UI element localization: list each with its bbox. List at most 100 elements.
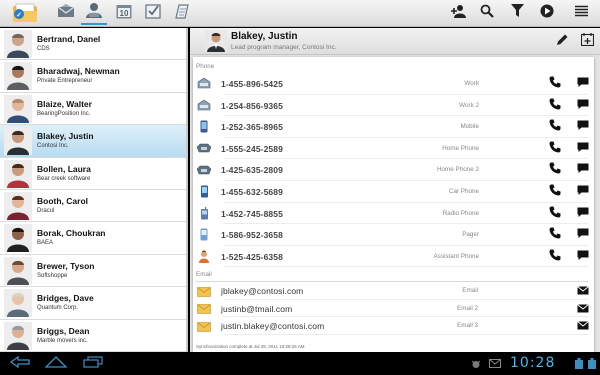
call-button[interactable] [548,141,562,156]
contact-list-item[interactable]: Borak, Choukran BAEA [0,222,186,255]
sms-button[interactable] [576,228,590,242]
call-button[interactable] [548,76,562,91]
tab-contacts[interactable] [81,2,107,25]
sms-button[interactable] [576,250,590,264]
email-address[interactable]: justin.blakey@contosi.com [221,321,324,331]
mail-icon [57,4,75,23]
mail-icon [577,282,589,300]
search-button[interactable] [477,4,497,22]
tab-mail[interactable] [53,2,79,25]
home-button[interactable] [44,355,68,371]
call-button[interactable] [548,98,562,113]
app-logo-icon[interactable]: ✓ [10,3,40,24]
sms-button[interactable] [576,120,590,134]
add-to-calendar-button[interactable] [579,33,595,50]
call-button[interactable] [548,206,562,221]
contact-list-item[interactable]: Booth, Carol Dracul [0,190,186,223]
phone-row[interactable]: 1-586-952-3658 Pager [193,224,594,246]
phone-number[interactable]: 1-525-425-6358 [221,252,283,262]
add-contact-button[interactable] [448,4,468,22]
phone-row[interactable]: 1-252-365-8965 Mobile [193,116,594,138]
play-button[interactable] [537,4,557,22]
contact-list-item[interactable]: Bollen, Laura Bear creek software [0,158,186,190]
sms-button[interactable] [576,77,590,91]
phone-number[interactable]: 1-254-856-9365 [221,101,283,111]
phone-row[interactable]: 1-254-856-9365 Work 2 [193,95,594,117]
call-button[interactable] [548,227,562,242]
work-phone-icon [197,99,211,112]
phone-number[interactable]: 1-452-745-8855 [221,209,283,219]
send-email-button[interactable] [576,302,590,316]
email-envelope-icon [197,320,211,333]
call-button[interactable] [548,249,562,264]
phone-number[interactable]: 1-586-952-3658 [221,230,283,240]
contact-title: Lead program manager, Contosi Inc. [231,44,337,51]
play-icon [540,4,554,23]
contact-list-item[interactable]: Blaize, Walter BearingPosition Inc. [0,93,186,126]
avatar [4,94,32,123]
contact-list-item[interactable]: Bharadwaj, Newman Private Entrepreneur [0,60,186,93]
contact-list-item[interactable]: Bertrand, Danel CDS [0,28,186,61]
phone-number[interactable]: 1-555-245-2589 [221,144,283,154]
calendar-icon: 10 [116,4,132,24]
contact-list-item[interactable]: Brewer, Tyson Softshoppe [0,255,186,288]
phone-number[interactable]: 1-252-365-8965 [221,122,283,132]
phone-row[interactable]: 1-452-745-8855 Radio Phone [193,203,594,225]
contact-list-item[interactable]: Bridges, Dave Quantum Corp. [0,287,186,320]
phone-number[interactable]: 1-455-632-5689 [221,187,283,197]
recent-apps-button[interactable] [81,355,105,371]
add-contact-icon [450,4,466,23]
email-row[interactable]: justinb@tmail.com Email 2 [193,300,594,318]
sms-button[interactable] [576,163,590,177]
avatar [4,321,32,350]
phone-type-label: Work 2 [459,101,479,109]
contact-company: Bear creek software [37,175,91,182]
phone-type-label: Radio Phone [442,209,479,217]
sms-button[interactable] [576,99,590,113]
car-phone-icon [197,185,211,198]
contact-company: BearingPosition Inc. [37,110,91,117]
email-address[interactable]: justinb@tmail.com [221,304,292,314]
phone-type-label: Work [464,80,479,87]
message-icon [577,75,589,93]
phone-call-icon [549,118,561,136]
filter-button[interactable] [507,4,527,22]
avatar [205,30,227,52]
back-button[interactable] [8,355,32,371]
email-address[interactable]: jblakey@contosi.com [221,286,303,296]
mobile-phone-icon [197,120,211,133]
call-button[interactable] [548,184,562,199]
call-button[interactable] [548,118,562,136]
contact-company: CDS [37,46,50,52]
contact-company: Dracul [37,207,55,214]
email-row[interactable]: justin.blakey@contosi.com Email 3 [193,317,594,335]
call-button[interactable] [548,162,562,177]
tab-calendar[interactable]: 10 [111,2,137,25]
phone-row[interactable]: 1-525-425-6358 Assistant Phone [193,246,594,268]
phone-row[interactable]: 1-555-245-2589 Home Phone [193,138,594,160]
contact-list-item[interactable]: Briggs, Dean Marble movers inc. [0,320,186,352]
phone-row[interactable]: 1-455-632-5689 Car Phone [193,181,594,203]
message-icon [577,97,589,115]
tab-tasks[interactable] [140,2,166,25]
tab-notes[interactable] [169,2,195,25]
tasks-icon [145,3,161,24]
edit-button[interactable] [554,34,570,50]
phone-row[interactable]: 1-455-896-5425 Work [193,73,594,95]
sms-button[interactable] [576,142,590,156]
sms-button[interactable] [576,207,590,221]
phone-section-label: Phone [196,63,215,70]
phone-type-label: Home Phone 2 [436,166,479,174]
contact-list-item[interactable]: Blakey, Justin Contosi Inc. [0,125,186,158]
send-email-button[interactable] [576,319,590,333]
send-email-button[interactable] [576,284,590,298]
sms-button[interactable] [576,185,590,199]
phone-number[interactable]: 1-425-635-2809 [221,165,283,175]
contact-list[interactable]: Bertrand, Danel CDS Bharadwaj, Newman Priva… [0,28,188,352]
menu-button[interactable] [571,4,591,22]
svg-text:✓: ✓ [16,12,22,19]
phone-row[interactable]: 1-425-635-2809 Home Phone 2 [193,159,594,181]
email-row[interactable]: jblakey@contosi.com Email [193,282,594,300]
notes-icon [174,3,190,24]
phone-number[interactable]: 1-455-896-5425 [221,79,283,89]
